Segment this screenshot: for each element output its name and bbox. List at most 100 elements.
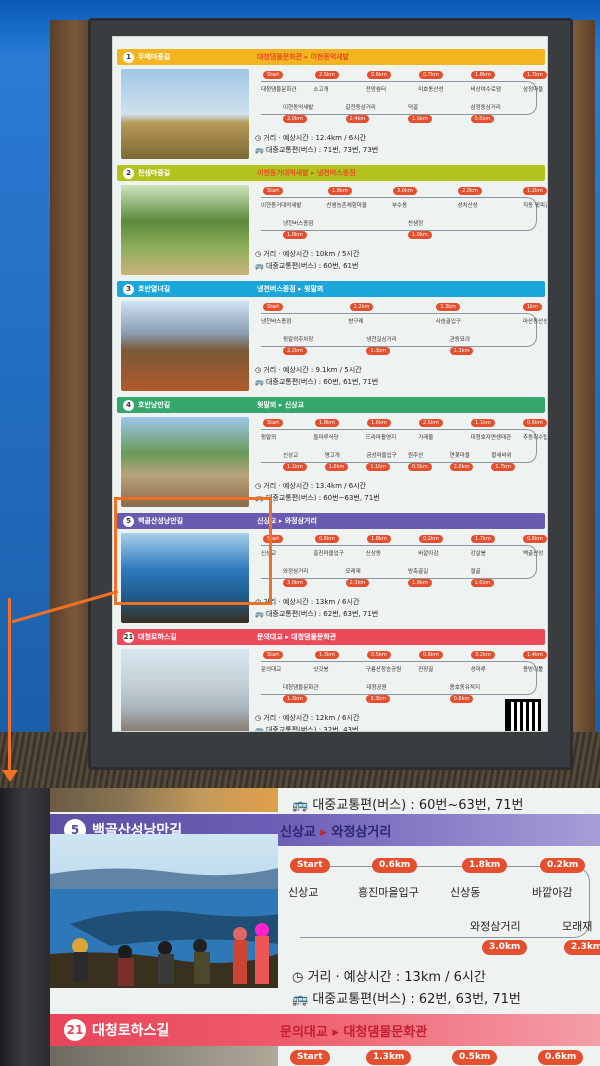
zoom-frame-edge bbox=[0, 788, 50, 1066]
zoom-next-route-from: 문의대교 bbox=[280, 1024, 328, 1040]
route-endpoints: 대청댐물문화관 ▸ 이현동억새밭 bbox=[257, 53, 350, 61]
distance-pill: 0.6km bbox=[315, 535, 339, 543]
stop-label: 대청공원 bbox=[366, 685, 387, 691]
stop-label: 바깥아감 bbox=[418, 551, 439, 557]
distance-pill: 1.2km bbox=[349, 303, 374, 311]
trail-section-4: 4 호반낭만길 윗말뫼 ▸ 신상교 Start 1.8km 1.6km 2.5km 1.1km… bbox=[113, 397, 547, 513]
section-band: 2 찬샘마중길 이현동거대억새밭 ▸ 냉천버스종점 bbox=[117, 165, 545, 181]
zoom-route-track-line bbox=[300, 866, 590, 938]
zoom-next-route-name: 대청로하스길 bbox=[92, 1023, 170, 1039]
zoom-next-distance-pill: Start bbox=[290, 1050, 330, 1065]
distance-pill: 1.1km bbox=[471, 419, 495, 427]
stop-label: 대청호자연생태관 bbox=[470, 435, 512, 441]
distance-pill: 1.0km bbox=[324, 463, 349, 471]
zoom-prev-bus-label: 대중교통편(버스) : 60번~63번, 71번 bbox=[312, 798, 524, 813]
zoom-bus-text: 🚌 대중교통편(버스) : 62번, 63번, 71번 bbox=[292, 988, 521, 1007]
route-endpoints: 이현동거대억새밭 ▸ 냉천버스종점 bbox=[257, 169, 356, 177]
distance-pill: 3.0km bbox=[393, 187, 417, 195]
stop-label: 이현동거대억새밭 bbox=[261, 203, 302, 209]
distance-pill: 1.8km bbox=[315, 419, 339, 427]
distance-pill: 1.3km bbox=[449, 347, 474, 355]
bus-info-text: 🚌 대중교통편(버스) : 60번, 61번 bbox=[255, 262, 359, 270]
stop-label: 연꽃마을 bbox=[449, 453, 470, 459]
distance-pill: 2.4km bbox=[345, 115, 370, 123]
stop-label: 찬샘농촌체험마을 bbox=[326, 203, 367, 209]
stop-label: 대청댐물문화관 bbox=[261, 87, 297, 93]
distance-pill: 2.3km bbox=[345, 579, 370, 587]
zoom-stop-label: 와정삼거리 bbox=[470, 920, 521, 933]
zoom-route-to: 와정삼거리 bbox=[331, 824, 392, 840]
stop-label: 금성마을입구 bbox=[366, 453, 397, 459]
stop-label: 신상교 bbox=[283, 453, 299, 459]
zoom-distance-pill: 0.6km bbox=[372, 858, 418, 873]
stop-label: 가래울 bbox=[418, 435, 434, 441]
zoom-stop-label: 신상교 bbox=[288, 886, 319, 899]
trail-sign-board: 1 두메마중길 대청댐물문화관 ▸ 이현동억새밭 Start 2.5km 0.6km 0.7… bbox=[112, 36, 548, 732]
route-number: 2 bbox=[123, 167, 134, 179]
zoom-panel: 🚌 대중교통편(버스) : 60번~63번, 71번 5 백골산성낭만길 신상교… bbox=[0, 788, 600, 1066]
zoom-next-distance-pill: 1.3km bbox=[366, 1050, 412, 1065]
zoom-route-from: 신상교 bbox=[280, 824, 316, 840]
zoom-band-21: 21 대청로하스길 문의대교 ▸ 대청댐물문화관 bbox=[50, 1014, 600, 1046]
stop-label: 방구레 bbox=[348, 319, 364, 325]
trail-photo bbox=[121, 185, 249, 275]
distance-pill: 1.8km bbox=[408, 579, 432, 587]
distance-pill: 1.7km bbox=[523, 71, 547, 79]
distance-pill: 0.5km bbox=[408, 463, 432, 471]
distance-pill: 1.8km bbox=[367, 535, 391, 543]
stop-label: 이현동억새밭 bbox=[283, 105, 314, 111]
distance-pill: 0.7km bbox=[419, 71, 443, 79]
distance-pill: 1.3km bbox=[366, 347, 391, 355]
trail-photo bbox=[121, 301, 249, 391]
section-band: 21 대청로하스길 문의대교 ▸ 대청댐물문화관 bbox=[117, 629, 545, 645]
distance-pill: 1.7km bbox=[491, 463, 516, 471]
stop-label: 들마루식당 bbox=[313, 435, 339, 441]
stop-label: 대청댐물문화관 bbox=[283, 685, 319, 691]
stop-label: 백골산성 bbox=[523, 551, 544, 557]
zoom-distance-pill: 3.0km bbox=[482, 940, 528, 955]
distance-pill: Start bbox=[263, 651, 284, 659]
photo-scene: 1 두메마중길 대청댐물문화관 ▸ 이현동억새밭 Start 2.5km 0.6km 0.7… bbox=[0, 0, 600, 1066]
distance-time-text: ◷ 거리 · 예상시간 : 13.4km / 6시간 bbox=[255, 482, 367, 490]
stop-label: 갈전동삼거리 bbox=[345, 105, 376, 111]
stop-label: 원주산 bbox=[408, 453, 424, 459]
distance-time-text: ◷ 거리 · 예상시간 : 12.4km / 6시간 bbox=[255, 134, 367, 142]
trail-section-21: 21 대청로하스길 문의대교 ▸ 대청댐물문화관 Start 1.3km 0.5km 0.6… bbox=[113, 629, 547, 731]
zoom-lake-photo bbox=[50, 834, 278, 988]
distance-pill: 0.6km bbox=[523, 535, 547, 543]
route-name: 찬샘마중길 bbox=[138, 169, 171, 177]
zoom-distance-pill: 2.3km bbox=[564, 940, 600, 955]
zoom-distance-label: 거리 · 예상시간 : 13km / 6시간 bbox=[307, 970, 486, 985]
zoom-next-route-to: 대청댐물문화관 bbox=[343, 1024, 428, 1040]
zoom-callout-box bbox=[114, 497, 272, 605]
distance-pill: 1.8km bbox=[328, 187, 352, 195]
route-endpoints: 문의대교 ▸ 대청댐물문화관 bbox=[257, 633, 337, 641]
zoom-stop-label: 모래재 bbox=[562, 920, 593, 933]
distance-pill: 0.6km bbox=[419, 651, 443, 659]
distance-pill: 3.3km bbox=[366, 695, 391, 703]
stop-label: 삼정동삼거리 bbox=[470, 105, 501, 111]
route-number: 3 bbox=[123, 283, 134, 295]
stop-label: 냉천길삼거리 bbox=[366, 337, 397, 343]
stop-label: 삿갓봉 bbox=[313, 667, 329, 673]
trail-photo bbox=[121, 649, 249, 731]
stop-label: 문의대교 bbox=[261, 667, 282, 673]
bus-info-text: 🚌 대중교통편(버스) : 71번, 73번, 73번 bbox=[255, 146, 379, 154]
stop-label: 삼정마을 bbox=[523, 87, 544, 93]
section-band: 3 호반열녀길 냉천버스종점 ▸ 윗말뫼 bbox=[117, 281, 545, 297]
stop-label: 관동묘려 bbox=[449, 337, 470, 343]
stop-label: 소고개 bbox=[313, 87, 329, 93]
distance-pill: Start bbox=[263, 419, 284, 427]
distance-pill: 0.6km bbox=[367, 71, 391, 79]
bus-info-text: 🚌 대중교통편(버스) : 60번~63번, 71번 bbox=[255, 494, 380, 502]
stop-label: 강살봉 bbox=[470, 551, 486, 557]
stop-label: 윗말뫼 bbox=[261, 435, 277, 441]
stop-label: 냉천버스종점 bbox=[261, 319, 292, 325]
stop-label: 사슴골입구 bbox=[435, 319, 461, 325]
distance-pill: 0.5km bbox=[470, 115, 495, 123]
clock-icon: ◷ bbox=[292, 970, 304, 985]
stop-label: 와정삼거리 bbox=[283, 569, 309, 575]
distance-time-text: ◷ 거리 · 예상시간 : 9.1km / 5시간 bbox=[255, 366, 362, 374]
distance-pill: 1.3km bbox=[283, 695, 307, 703]
distance-pill: 1.3km bbox=[436, 303, 461, 311]
